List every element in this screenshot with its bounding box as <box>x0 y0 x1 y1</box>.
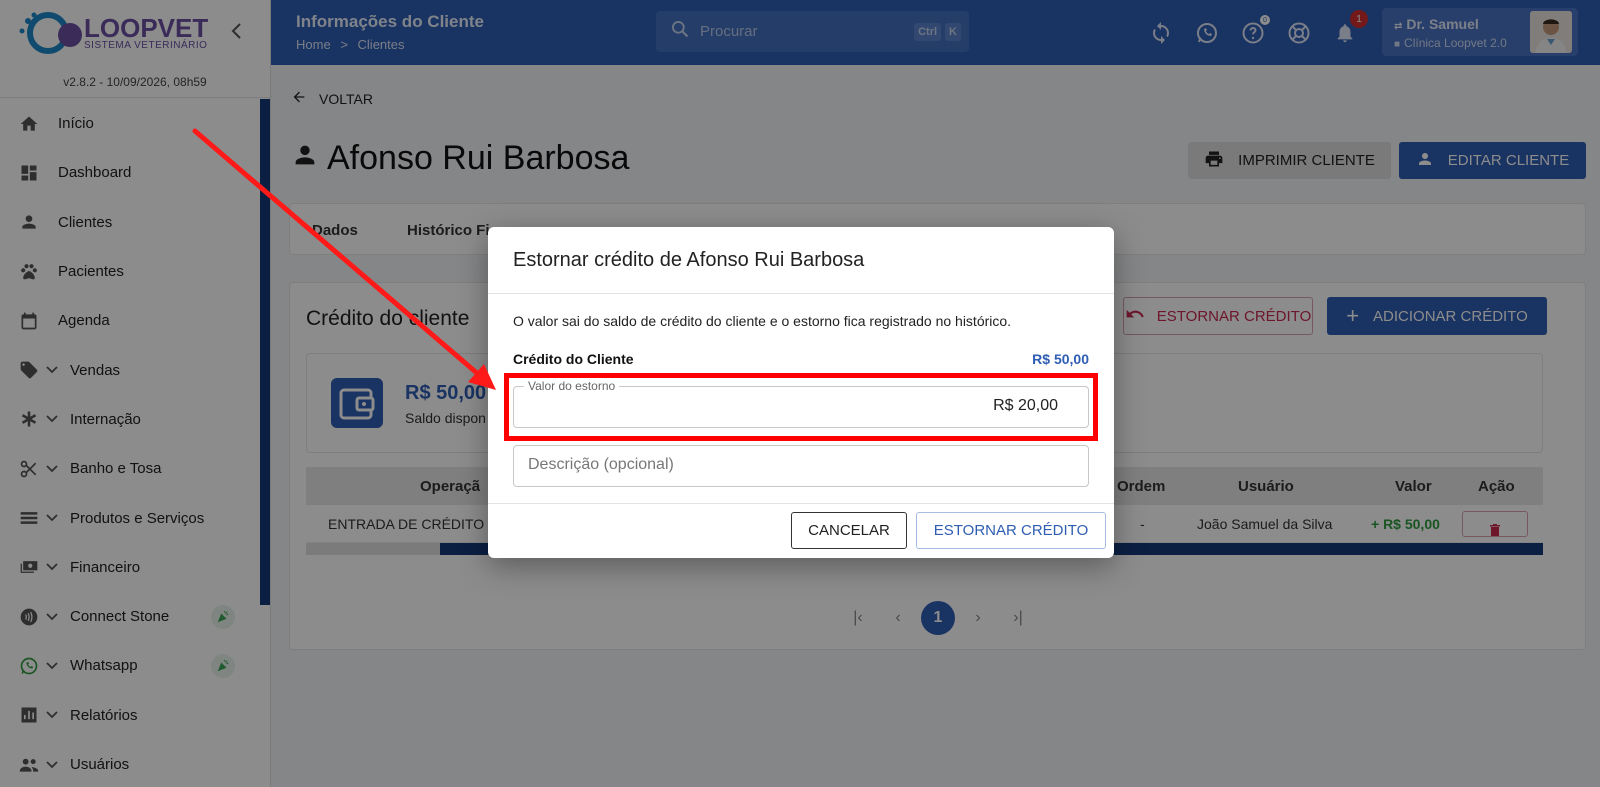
confirm-reverse-button[interactable]: ESTORNAR CRÉDITO <box>916 512 1106 549</box>
cancel-button[interactable]: CANCELAR <box>791 512 907 549</box>
client-credit-label: Crédito do Cliente <box>513 351 634 367</box>
client-credit-value: R$ 50,00 <box>1032 351 1089 367</box>
reversal-amount-input[interactable] <box>758 397 1058 415</box>
divider <box>488 503 1114 504</box>
divider <box>488 293 1114 294</box>
description-input[interactable] <box>528 456 1068 474</box>
reverse-credit-dialog: Estornar crédito de Afonso Rui Barbosa O… <box>488 227 1114 558</box>
dialog-title: Estornar crédito de Afonso Rui Barbosa <box>513 249 865 271</box>
reversal-amount-label: Valor do estorno <box>524 379 620 393</box>
reversal-amount-field[interactable]: Valor do estorno <box>513 379 1089 428</box>
dialog-description: O valor sai do saldo de crédito do clien… <box>513 313 1012 329</box>
description-field[interactable] <box>513 445 1089 487</box>
